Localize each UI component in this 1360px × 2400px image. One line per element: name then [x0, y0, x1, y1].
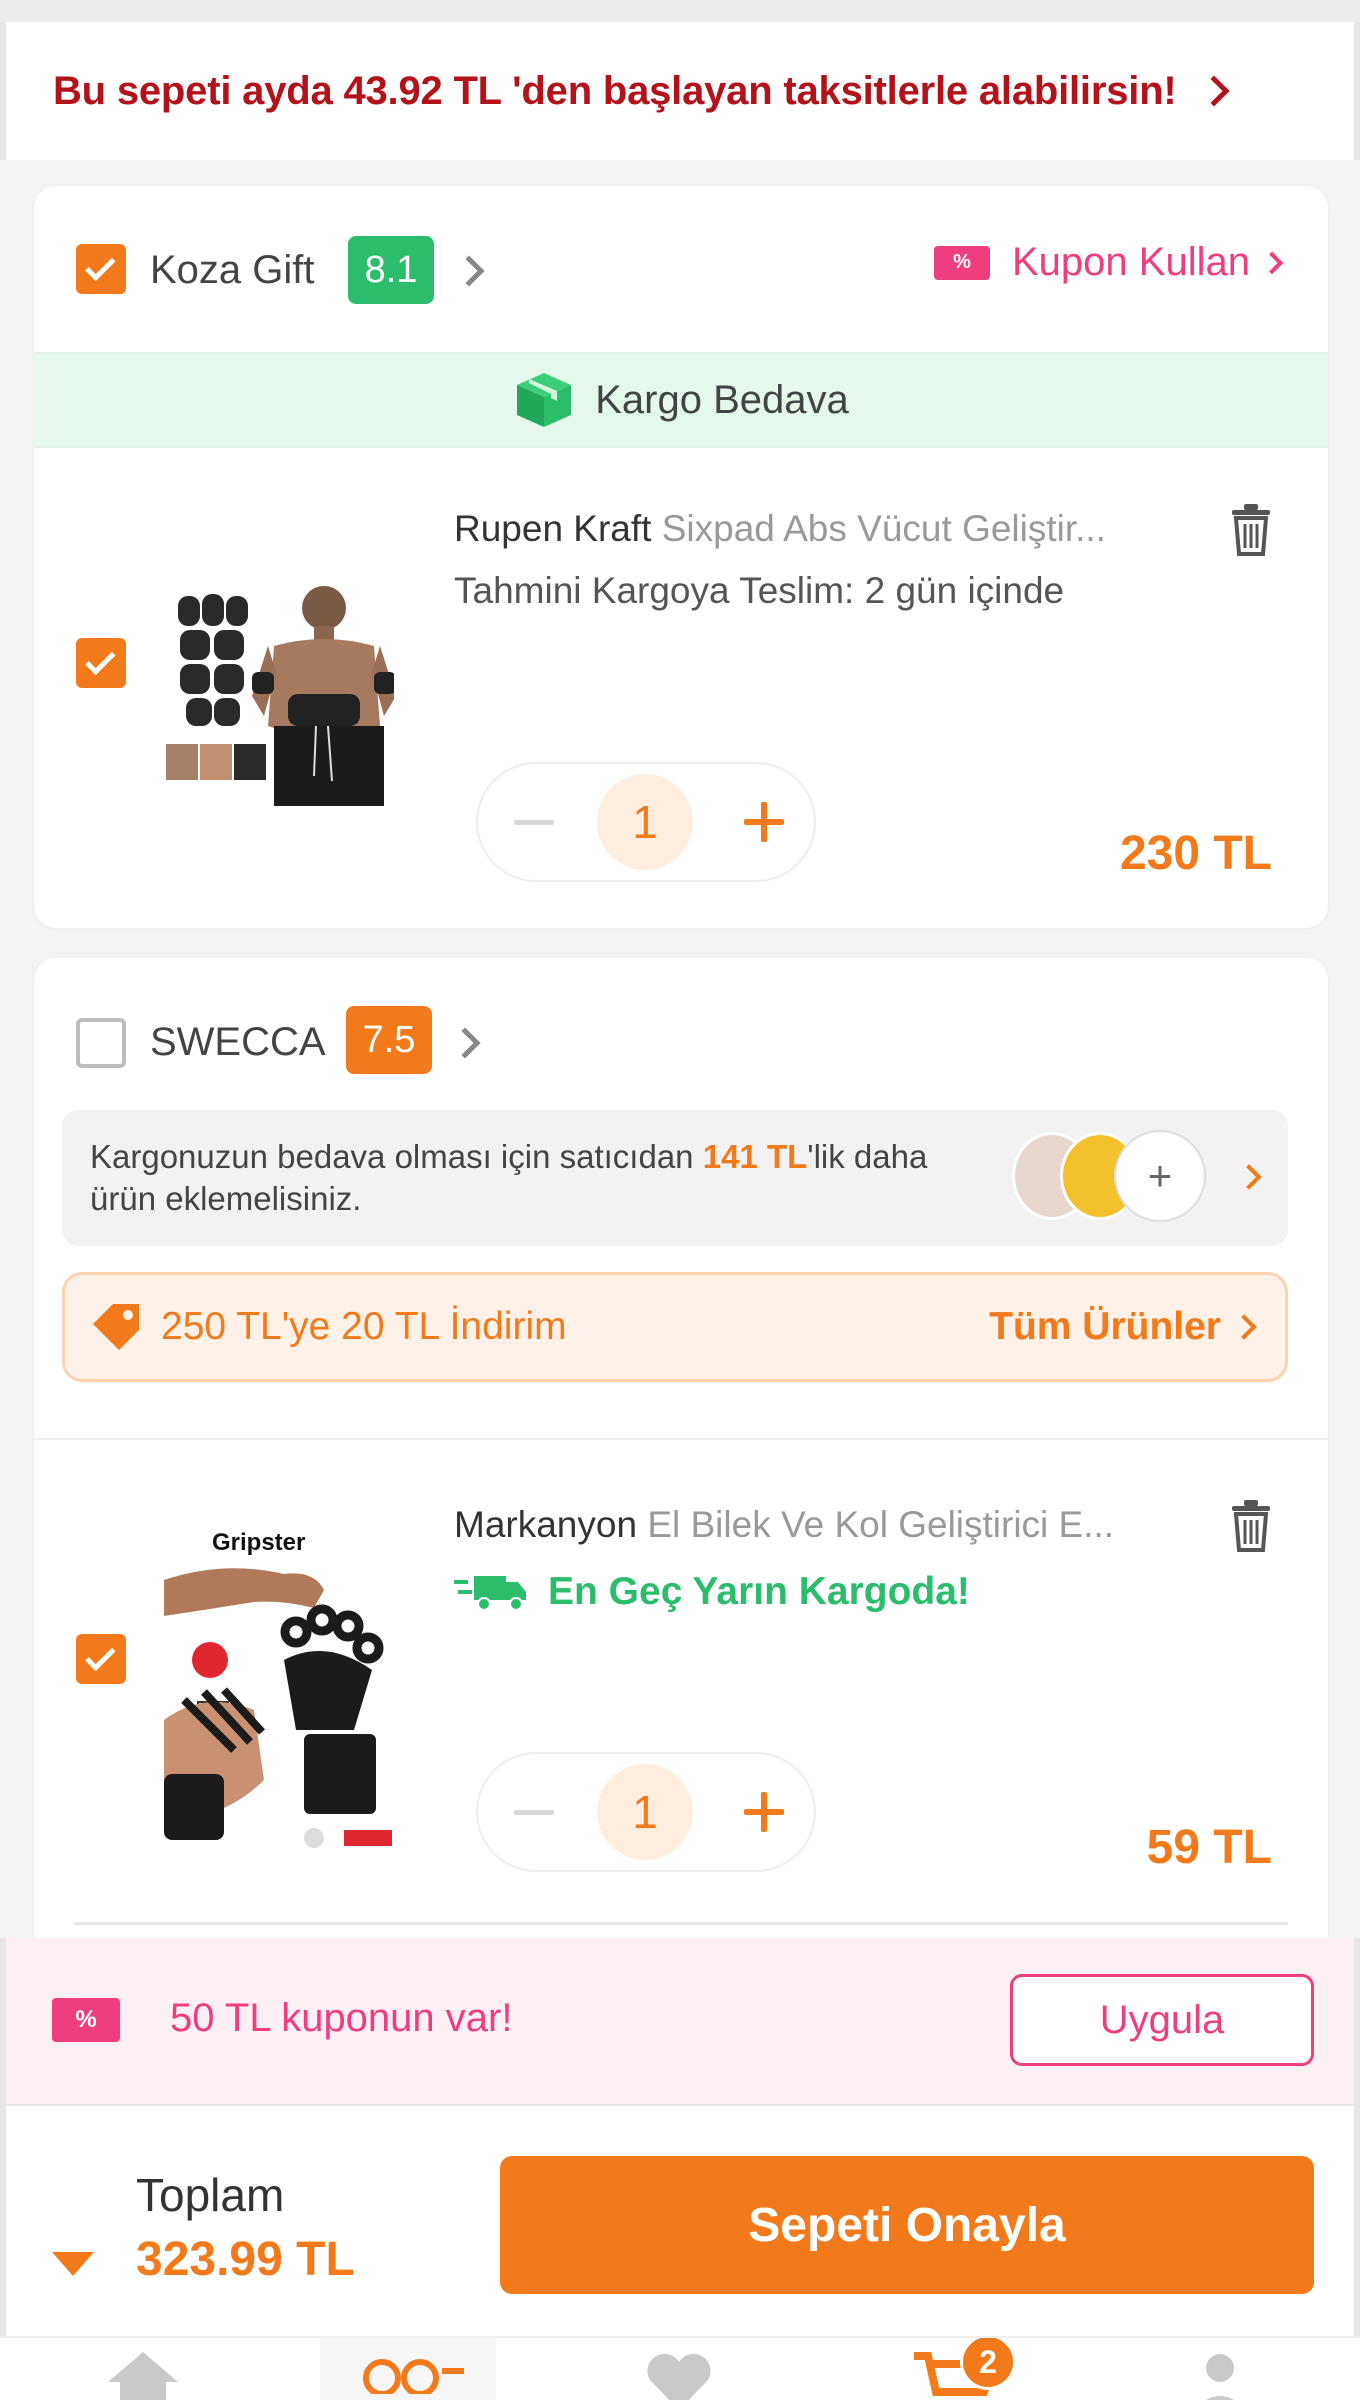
total-value: 323.99 TL: [136, 2233, 355, 2286]
product-title[interactable]: Markanyon El Bilek Ve Kol Geliştirici E.…: [454, 1504, 1214, 1546]
check-icon: [85, 250, 116, 281]
product-image-abs-stimulator[interactable]: [164, 576, 394, 806]
chevron-right-icon: [1231, 1314, 1257, 1340]
free-shipping-text: Kargo Bedava: [595, 377, 849, 422]
product-checkbox[interactable]: [76, 1634, 126, 1684]
total-label: Toplam: [136, 2169, 285, 2221]
go-delivery-icon: [363, 2359, 464, 2394]
promo-banner[interactable]: 250 TL'ye 20 TL İndirim Tüm Ürünler: [62, 1272, 1288, 1382]
free-shipping-notice-text: Kargonuzun bedava olması için satıcıdan …: [90, 1136, 990, 1220]
seller-card-koza-gift: Koza Gift 8.1 % Kupon Kullan Kargo Bedav…: [34, 186, 1328, 928]
box-icon: [517, 373, 572, 427]
coupon-icon: %: [934, 245, 990, 280]
heart-icon[interactable]: [644, 2352, 714, 2400]
cart-count-badge: 2: [960, 2338, 1016, 2390]
tag-icon: [93, 1304, 139, 1350]
seller-score-badge: 8.1: [348, 236, 434, 304]
decrease-button[interactable]: [514, 819, 554, 825]
seller-checkbox[interactable]: [76, 1018, 126, 1068]
trash-icon[interactable]: [1230, 1498, 1272, 1552]
seller-card-swecca: SWECCA 7.5 Kargonuzun bedava olması için…: [34, 958, 1328, 1948]
free-shipping-notice[interactable]: Kargonuzun bedava olması için satıcıdan …: [62, 1110, 1288, 1246]
notice-text-before: Kargonuzun bedava olması için satıcıdan: [90, 1138, 703, 1175]
chevron-right-icon: [1260, 251, 1284, 274]
chevron-right-icon: [1197, 75, 1230, 107]
free-shipping-bar: Kargo Bedava: [34, 352, 1328, 448]
quantity-stepper: 1: [476, 1752, 816, 1872]
product-brand: Markanyon: [454, 1504, 638, 1545]
product-title[interactable]: Rupen Kraft Sixpad Abs Vücut Geliştir...: [454, 508, 1214, 550]
status-edge: [0, 0, 1360, 22]
product-image-label: Gripster: [212, 1529, 305, 1556]
chevron-right-icon[interactable]: [453, 255, 485, 287]
product-brand: Rupen Kraft: [454, 508, 652, 549]
apply-coupon-button[interactable]: Uygula: [1010, 1974, 1314, 2066]
confirm-cart-button[interactable]: Sepeti Onayla: [500, 2156, 1314, 2294]
coupon-strip: % 50 TL kuponun var! Uygula: [0, 1938, 1360, 2104]
truck-icon: [454, 1576, 526, 1611]
delivery-estimate: Tahmini Kargoya Teslim: 2 gün içinde: [454, 570, 1065, 611]
product-checkbox[interactable]: [76, 638, 126, 688]
use-coupon-link[interactable]: % Kupon Kullan: [934, 240, 1284, 285]
product-name: El Bilek Ve Kol Geliştirici E...: [647, 1504, 1115, 1545]
installment-banner[interactable]: Bu sepeti ayda 43.92 TL 'den başlayan ta…: [0, 22, 1360, 160]
product-name: Sixpad Abs Vücut Geliştir...: [661, 508, 1106, 549]
trash-icon[interactable]: [1230, 502, 1272, 556]
product-price: 230 TL: [1119, 827, 1272, 880]
use-coupon-label: Kupon Kullan: [1012, 240, 1250, 284]
bottom-nav: 2: [0, 2336, 1360, 2400]
promo-text: 250 TL'ye 20 TL İndirim: [161, 1305, 567, 1348]
check-icon: [85, 644, 116, 675]
check-icon: [85, 1640, 116, 1671]
increase-button[interactable]: [736, 794, 792, 850]
all-products-link[interactable]: Tüm Ürünler: [989, 1305, 1221, 1349]
coupon-icon: %: [52, 1998, 120, 2042]
seller-name[interactable]: Koza Gift: [150, 248, 315, 293]
fast-shipping-text: En Geç Yarın Kargoda!: [548, 1570, 970, 1613]
add-product-icon[interactable]: +: [1114, 1130, 1206, 1222]
home-icon[interactable]: [108, 2352, 178, 2400]
seller-checkbox[interactable]: [76, 244, 126, 294]
divider: [74, 1922, 1288, 1925]
quantity-value[interactable]: 1: [597, 1764, 693, 1860]
quantity-value[interactable]: 1: [597, 774, 693, 870]
divider: [34, 1438, 1328, 1440]
coupon-available-text: 50 TL kuponun var!: [170, 1996, 513, 2040]
notice-amount: 141 TL: [702, 1138, 808, 1175]
account-icon[interactable]: [1188, 2352, 1252, 2400]
chevron-right-icon[interactable]: [449, 1027, 481, 1059]
product-price: 59 TL: [1146, 1821, 1272, 1874]
go-tab[interactable]: [320, 2338, 496, 2400]
decrease-button[interactable]: [514, 1809, 554, 1815]
product-image-hand-grip[interactable]: Gripster: [164, 1520, 394, 1860]
chevron-right-icon[interactable]: [1236, 1164, 1262, 1190]
fast-shipping-label: En Geç Yarın Kargoda!: [454, 1570, 970, 1614]
seller-name[interactable]: SWECCA: [150, 1020, 326, 1065]
quantity-stepper: 1: [476, 762, 816, 882]
installment-banner-text: Bu sepeti ayda 43.92 TL 'den başlayan ta…: [53, 68, 1177, 113]
seller-score-badge: 7.5: [346, 1006, 432, 1074]
caret-down-icon[interactable]: [52, 2252, 94, 2276]
cart-footer: Toplam 323.99 TL Sepeti Onayla: [0, 2104, 1360, 2336]
increase-button[interactable]: [736, 1784, 792, 1840]
